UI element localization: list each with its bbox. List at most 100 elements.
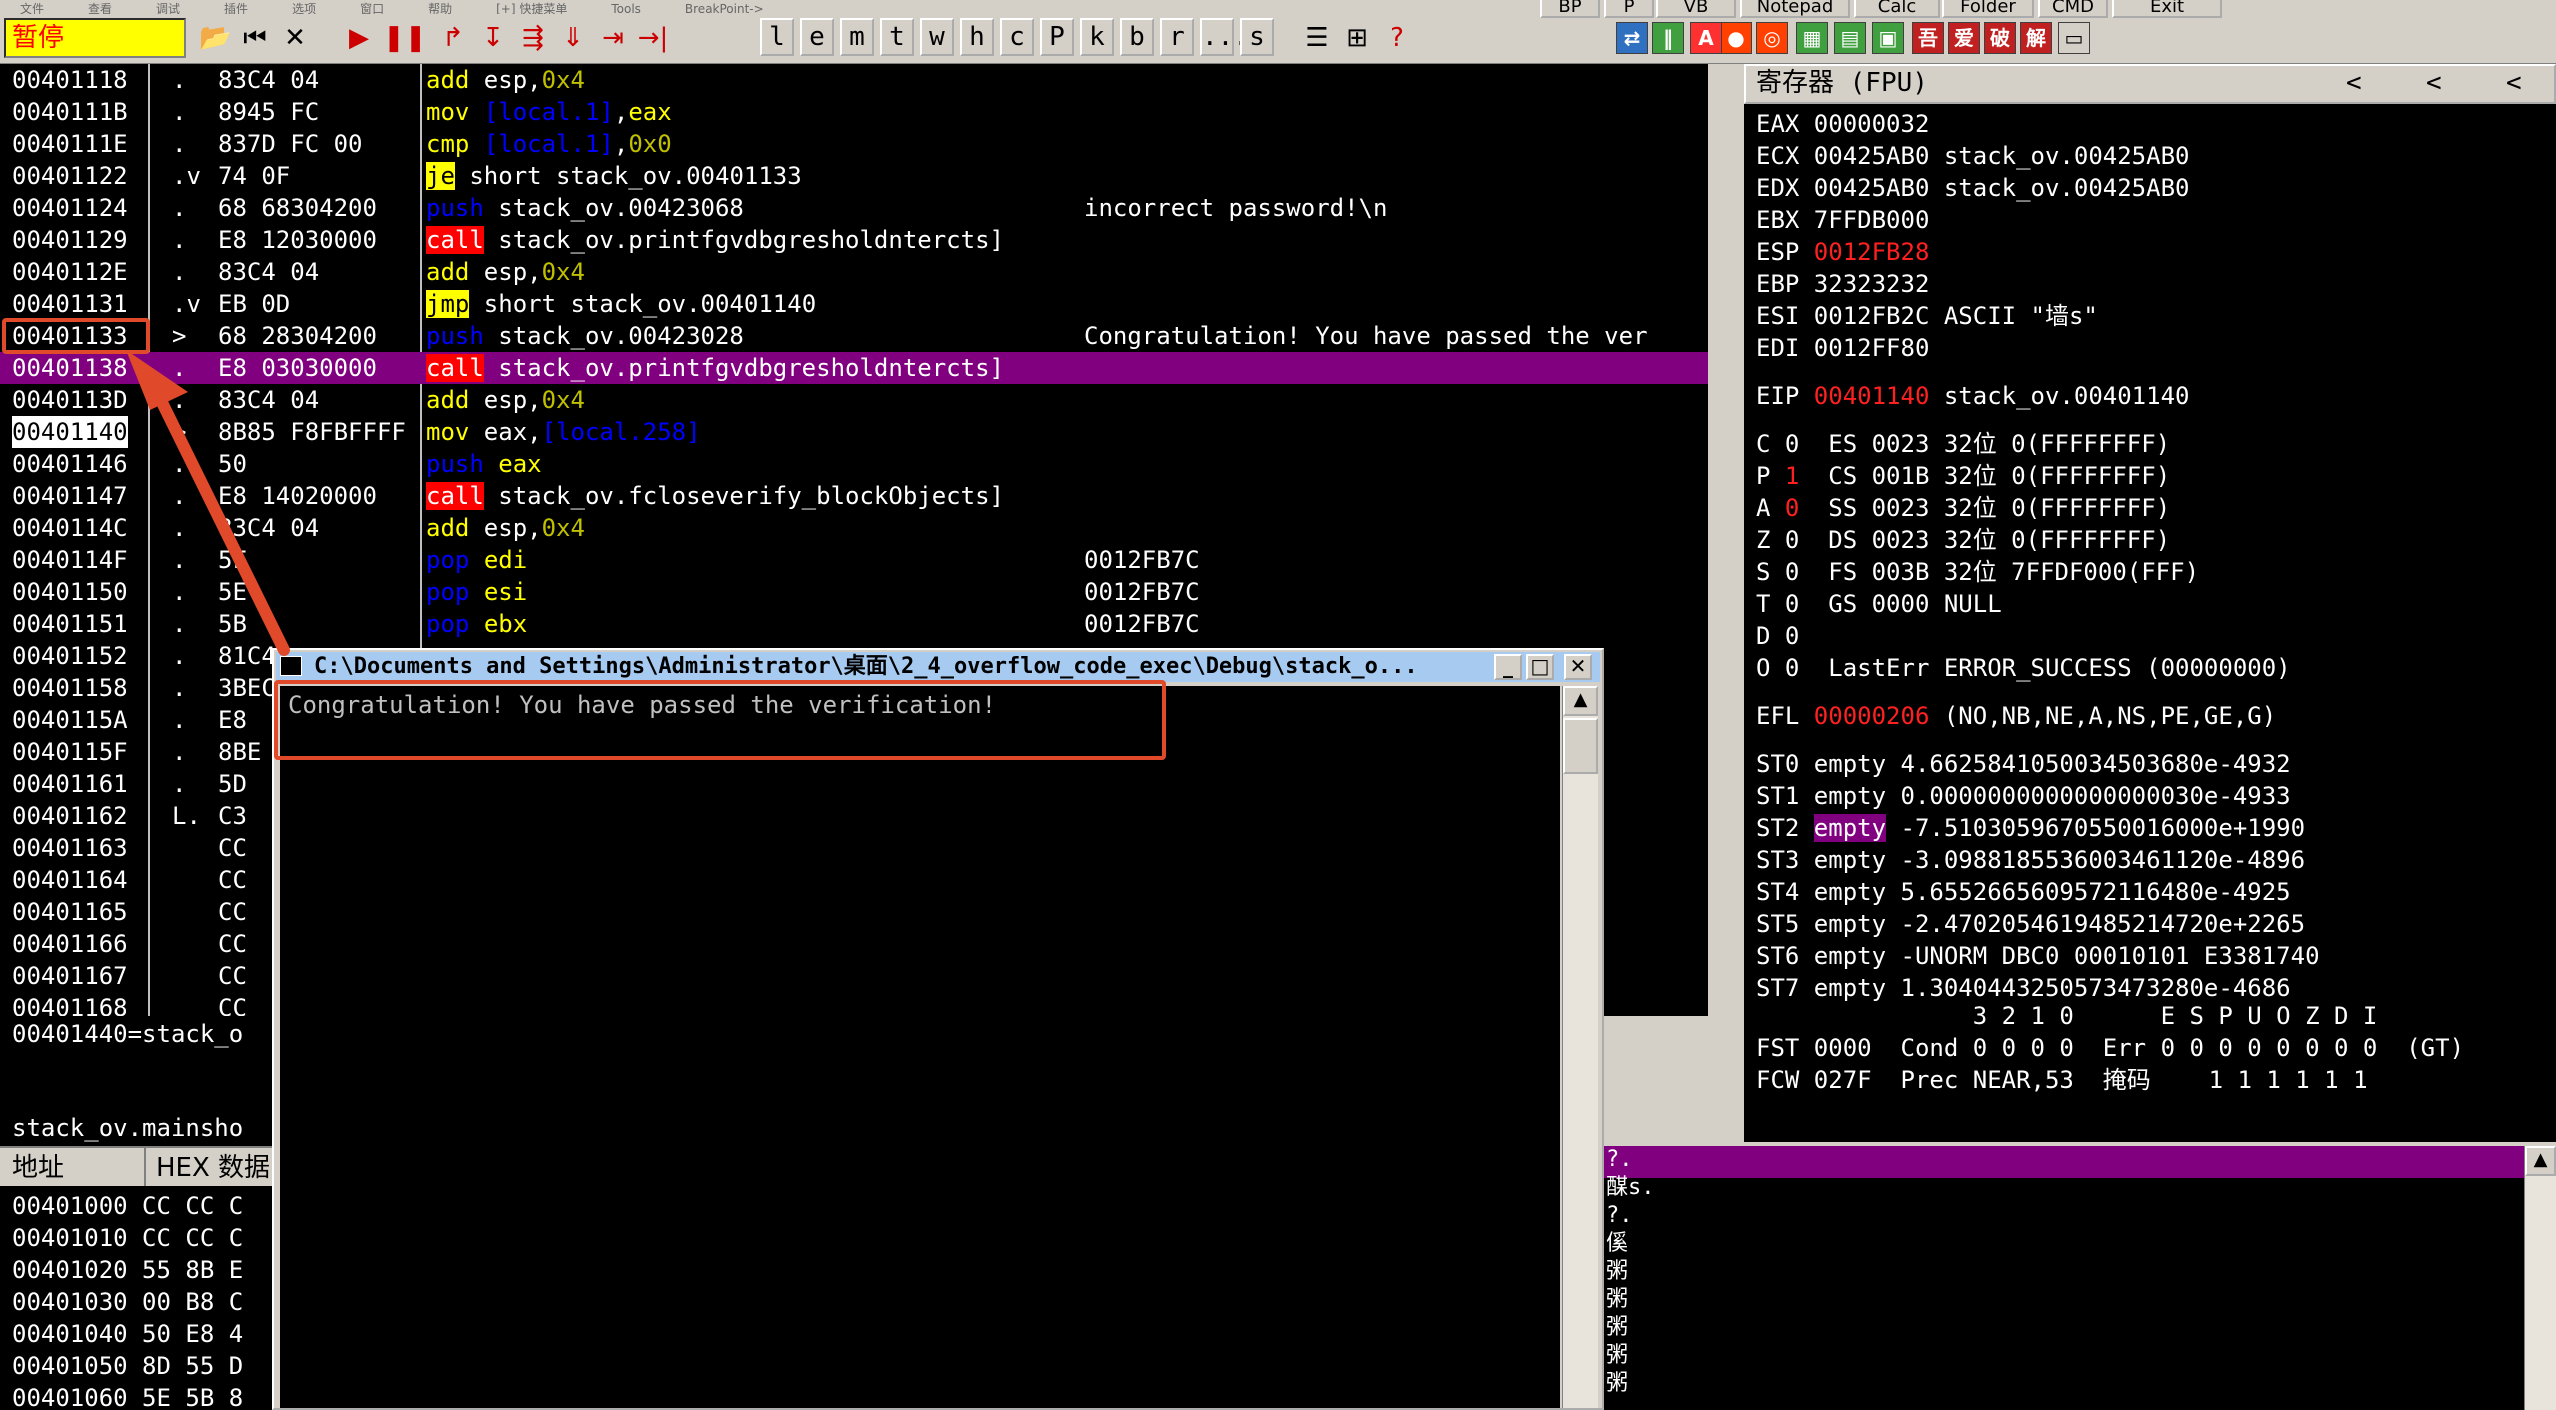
register-line[interactable]: ECX 00425AB0 stack_ov.00425AB0 — [1756, 140, 2189, 172]
disasm-row[interactable]: 00401122 .v 74 0F je short stack_ov.0040113… — [0, 160, 1708, 192]
register-line[interactable]: ST1 empty 0.0000000000000000030e-4933 — [1756, 780, 2291, 812]
run-icon[interactable]: ▶ — [342, 20, 376, 56]
dump-row[interactable]: 00401030 00 B8 C — [12, 1286, 243, 1318]
stack-pane[interactable]: ?. 䤂s.?. 傒粥粥粥粥粥 ▲ — [1604, 1146, 2556, 1410]
table-icon[interactable]: ▤ — [1834, 22, 1866, 54]
maximize-button[interactable]: □ — [1526, 654, 1554, 680]
record-icon[interactable]: ● — [1720, 22, 1752, 54]
console-scrollbar[interactable]: ▲ — [1562, 686, 1598, 1408]
register-line[interactable]: D 0 — [1756, 620, 1799, 652]
menu-item[interactable]: [+] 快捷菜单 — [496, 2, 567, 14]
register-line[interactable]: 3 2 1 0 E S P U O Z D I — [1756, 1000, 2378, 1032]
window-button-t[interactable]: t — [880, 18, 914, 56]
register-line[interactable]: ESP 0012FB28 — [1756, 236, 1929, 268]
menu-item[interactable]: 选项 — [292, 2, 316, 14]
dump-row[interactable]: 00401060 5E 5B 8 — [12, 1382, 243, 1410]
menu-item[interactable]: 窗口 — [360, 2, 384, 14]
disasm-row[interactable]: 0040112E. 83C4 04 add esp,0x4 — [0, 256, 1708, 288]
target-icon[interactable]: ◎ — [1756, 22, 1788, 54]
close-icon[interactable]: ✕ — [278, 20, 312, 56]
toolbar-button-cmd[interactable]: CMD — [2038, 0, 2108, 18]
disasm-row[interactable]: 00401147. E8 14020000 call stack_ov.fclose… — [0, 480, 1708, 512]
dump-pane[interactable]: 00401000 CC CC C 00401010 CC CC C 00401020… — [0, 1186, 300, 1410]
scroll-up-arrow-icon[interactable]: ▲ — [2525, 1146, 2556, 1176]
window-button-c[interactable]: c — [1000, 18, 1034, 56]
plugin-icon[interactable]: 解 — [2020, 22, 2052, 54]
register-line[interactable]: Z 0 DS 0023 32位 0(FFFFFFFF) — [1756, 524, 2170, 556]
register-line[interactable]: O 0 LastErr ERROR_SUCCESS (00000000) — [1756, 652, 2291, 684]
menu-item[interactable]: 调试 — [156, 2, 180, 14]
toolbar-button-vb[interactable]: VB — [1656, 0, 1736, 18]
step-over-icon[interactable]: ↧ — [476, 20, 510, 56]
register-line[interactable]: EIP 00401140 stack_ov.00401140 — [1756, 380, 2189, 412]
scroll-up-arrow-icon[interactable]: ▲ — [1563, 686, 1598, 716]
register-line[interactable]: ST0 empty 4.6625841050034503680e-4932 — [1756, 748, 2291, 780]
disasm-row[interactable]: 0040114F. 5F pop edi 0012FB7C — [0, 544, 1708, 576]
register-line[interactable]: EBP 32323232 — [1756, 268, 1929, 300]
refresh-icon[interactable]: ⇄ — [1616, 22, 1648, 54]
stack-row[interactable]: 粥 — [1606, 1370, 1628, 1402]
nav-left-icon[interactable]: < — [2346, 66, 2362, 100]
plugin-icon[interactable]: A — [1690, 22, 1722, 54]
disasm-row[interactable]: 0040114C. 83C4 04 add esp,0x4 — [0, 512, 1708, 544]
register-line[interactable]: ST2 empty -7.5103059670550016000e+1990 — [1756, 812, 2305, 844]
disasm-row[interactable]: 00401140 >8B85 F8FBFFFF mov eax,[local.258… — [0, 416, 1708, 448]
toolbar-button-calc[interactable]: Calc — [1854, 0, 1940, 18]
window-button-h[interactable]: h — [960, 18, 994, 56]
open-folder-icon[interactable]: 📂 — [198, 20, 232, 56]
toolbar-button-exit[interactable]: Exit — [2112, 0, 2222, 18]
plugin-icon[interactable]: 吾 — [1912, 22, 1944, 54]
scroll-thumb[interactable] — [1563, 718, 1598, 774]
window-button-r[interactable]: r — [1160, 18, 1194, 56]
window-icon[interactable]: ▭ — [2058, 22, 2090, 54]
menu-item[interactable]: Tools — [611, 2, 641, 14]
disasm-row[interactable]: 0040111E. 837D FC 00 cmp [local.1],0x0 — [0, 128, 1708, 160]
console-output[interactable]: Congratulation! You have passed the veri… — [280, 686, 1560, 1408]
dump-row[interactable]: 00401010 CC CC C — [12, 1222, 243, 1254]
disasm-row[interactable]: 00401131 .v EB 0D jmp short stack_ov.004011… — [0, 288, 1708, 320]
grid-icon[interactable]: ⊞ — [1340, 20, 1374, 56]
toolbar-button-bp[interactable]: BP — [1540, 0, 1600, 18]
minimize-button[interactable]: _ — [1494, 654, 1522, 680]
window-button-P[interactable]: P — [1040, 18, 1074, 56]
list-icon[interactable]: ☰ — [1300, 20, 1334, 56]
window-button-m[interactable]: m — [840, 18, 874, 56]
plugin-icon[interactable]: 爱 — [1948, 22, 1980, 54]
console-title[interactable]: C:\Documents and Settings\Administrator\… — [276, 652, 1600, 682]
help-icon[interactable]: ? — [1380, 20, 1414, 56]
register-line[interactable]: ST5 empty -2.4702054619485214720e+2265 — [1756, 908, 2305, 940]
register-line[interactable]: ST3 empty -3.0988185536003461120e-4896 — [1756, 844, 2305, 876]
register-line[interactable]: C 0 ES 0023 32位 0(FFFFFFFF) — [1756, 428, 2170, 460]
execute-till-return-icon[interactable]: ⇥ — [596, 20, 630, 56]
stack-scrollbar[interactable]: ▲ — [2524, 1146, 2556, 1410]
plugin-icon[interactable]: 破 — [1984, 22, 2016, 54]
menu-item[interactable]: 插件 — [224, 2, 248, 14]
register-line[interactable]: A 0 SS 0023 32位 0(FFFFFFFF) — [1756, 492, 2170, 524]
trace-into-icon[interactable]: ⇶ — [516, 20, 550, 56]
register-line[interactable]: EDX 00425AB0 stack_ov.00425AB0 — [1756, 172, 2189, 204]
register-line[interactable]: EFL 00000206 (NO,NB,NE,A,NS,PE,GE,G) — [1756, 700, 2276, 732]
register-line[interactable]: FST 0000 Cond 0 0 0 0 Err 0 0 0 0 0 0 0 … — [1756, 1032, 2464, 1064]
window-button-b[interactable]: b — [1120, 18, 1154, 56]
menu-item[interactable]: BreakPoint-> — [685, 2, 764, 14]
window-button-e[interactable]: e — [800, 18, 834, 56]
menu-item[interactable]: 查看 — [88, 2, 112, 14]
dump-hex-header[interactable]: HEX 数据 — [156, 1152, 270, 1184]
disasm-row[interactable]: 00401151. 5B pop ebx 0012FB7C — [0, 608, 1708, 640]
menu-item[interactable]: 文件 — [20, 2, 44, 14]
disasm-row[interactable]: 00401124. 68 68304200 push stack_ov.004230… — [0, 192, 1708, 224]
register-line[interactable]: EBX 7FFDB000 — [1756, 204, 1929, 236]
toolbar-button-folder[interactable]: Folder — [1942, 0, 2034, 18]
register-line[interactable]: T 0 GS 0000 NULL — [1756, 588, 2002, 620]
register-line[interactable]: S 0 FS 003B 32位 7FFDF000(FFF) — [1756, 556, 2199, 588]
registers-pane[interactable]: 寄存器 (FPU) < < < EAX 00000032 ECX 00425AB0… — [1744, 64, 2556, 1142]
toolbar-button-notepad[interactable]: Notepad — [1740, 0, 1850, 18]
dump-row[interactable]: 00401050 8D 55 D — [12, 1350, 243, 1382]
window-button-moremoremore[interactable]: ... — [1200, 18, 1249, 56]
dump-address-header[interactable]: 地址 — [12, 1152, 64, 1184]
dump-row[interactable]: 00401040 50 E8 4 — [12, 1318, 243, 1350]
menu-item[interactable]: 帮助 — [428, 2, 452, 14]
trace-over-icon[interactable]: ⇓ — [556, 20, 590, 56]
disasm-row[interactable]: 00401129. E8 12030000 call stack_ov.printf… — [0, 224, 1708, 256]
step-into-icon[interactable]: ↱ — [436, 20, 470, 56]
